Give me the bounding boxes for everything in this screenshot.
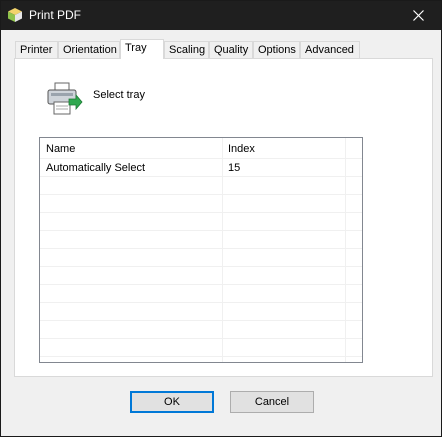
tab-label: Scaling xyxy=(169,44,206,56)
tab-label: Tray xyxy=(125,42,147,54)
column-header-index[interactable]: Index xyxy=(222,138,345,158)
tab-tray[interactable]: Tray xyxy=(120,39,164,59)
window-title: Print PDF xyxy=(29,8,82,22)
tab-orientation[interactable]: Orientation xyxy=(58,41,120,58)
printer-icon xyxy=(47,82,83,115)
title-bar[interactable]: Print PDF xyxy=(1,1,441,30)
tab-label: Printer xyxy=(20,44,53,56)
row-index-cell[interactable]: 15 xyxy=(222,159,345,177)
close-icon xyxy=(412,10,424,21)
ok-button-label: OK xyxy=(164,396,180,408)
tab-label: Orientation xyxy=(63,44,117,56)
column-header-name[interactable]: Name xyxy=(40,138,222,158)
tray-panel: Select tray Name Index Automatically Sel… xyxy=(14,58,433,377)
tab-advanced[interactable]: Advanced xyxy=(300,41,360,58)
tab-strip: Printer Orientation Tray Scaling Quality… xyxy=(15,39,435,59)
tab-label: Quality xyxy=(214,44,249,56)
print-pdf-dialog: Print PDF Printer Orientation Tray Scali… xyxy=(0,0,442,437)
tab-label: Advanced xyxy=(305,44,354,56)
ok-button[interactable]: OK xyxy=(130,391,214,413)
cube-icon xyxy=(8,8,22,22)
tab-scaling[interactable]: Scaling xyxy=(164,41,209,58)
tab-quality[interactable]: Quality xyxy=(209,41,253,58)
cancel-button-label: Cancel xyxy=(254,396,290,408)
close-button[interactable] xyxy=(395,1,441,30)
select-tray-label: Select tray xyxy=(93,89,145,101)
tab-printer[interactable]: Printer xyxy=(15,41,58,58)
tray-list[interactable]: Name Index Automatically Select 15 xyxy=(39,137,363,363)
row-name-cell[interactable]: Automatically Select xyxy=(40,159,222,177)
tab-label: Options xyxy=(258,44,296,56)
tab-options[interactable]: Options xyxy=(253,41,300,58)
cancel-button[interactable]: Cancel xyxy=(230,391,314,413)
